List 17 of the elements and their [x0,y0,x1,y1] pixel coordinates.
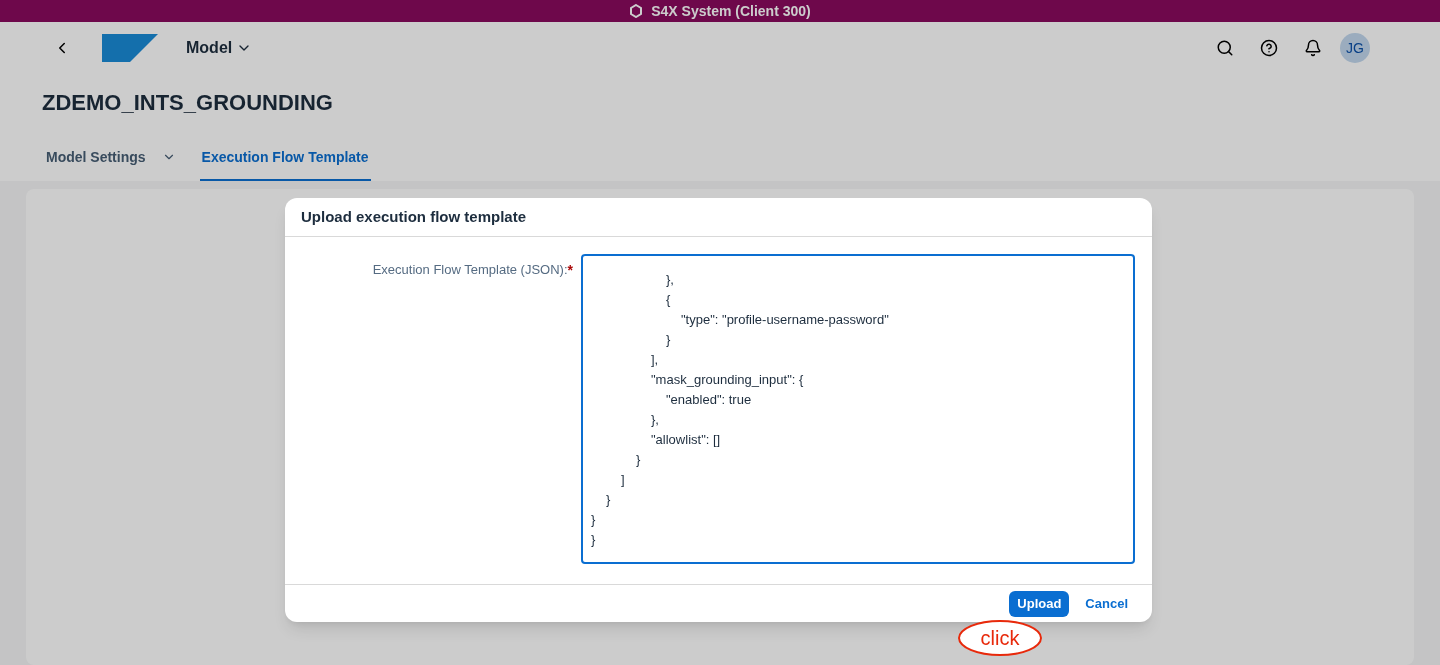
page-title: ZDEMO_INTS_GROUNDING [41,89,334,117]
cancel-button[interactable]: Cancel [1077,590,1136,617]
required-mark: * [567,261,573,280]
upload-button[interactable]: Upload [1009,590,1070,617]
notifications-button[interactable] [1304,39,1322,57]
field-label: Execution Flow Template (JSON): [372,261,568,279]
user-avatar[interactable]: JG [1340,33,1370,63]
tab[interactable]: Execution Flow Template [199,147,371,181]
cube-icon [629,4,644,18]
app-title-menu[interactable]: Model [186,36,253,60]
json-text-area[interactable]: }, { "type": "profile-username-password" } ], "mask_grounding_input": { "enabled": true }, "allowlist": [] } ] } } } [581,254,1135,564]
logo-icon [102,34,158,62]
tab[interactable]: Model Settings [46,147,176,181]
search-button[interactable] [1216,39,1234,57]
system-title: S4X System (Client 300) [651,2,811,21]
help-button[interactable] [1260,39,1278,57]
dialog-title: Upload execution flow template [285,198,1152,237]
